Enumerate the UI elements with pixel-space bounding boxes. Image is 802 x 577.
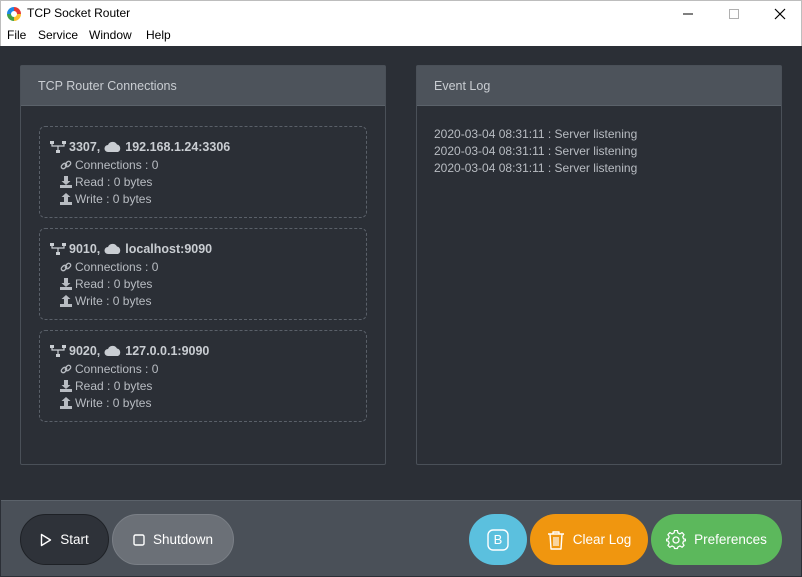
shutdown-label: Shutdown bbox=[152, 532, 214, 547]
shutdown-button[interactable]: Shutdown bbox=[112, 514, 234, 565]
title-bar: TCP Socket Router bbox=[0, 0, 802, 26]
link-icon bbox=[60, 364, 72, 374]
connections-count: Connections : 0 bbox=[75, 260, 159, 274]
start-button[interactable]: Start bbox=[20, 514, 109, 565]
maximize-icon bbox=[729, 9, 739, 19]
stop-icon bbox=[133, 533, 145, 546]
bootstrap-label: B bbox=[493, 532, 503, 547]
event-log-list[interactable]: 2020-03-04 08:31:11 : Server listening 2… bbox=[434, 126, 637, 177]
bootstrap-button[interactable]: B bbox=[469, 514, 527, 565]
download-icon bbox=[60, 380, 72, 392]
read-line: Read : 0 bytes bbox=[60, 175, 152, 189]
play-icon bbox=[41, 533, 52, 546]
upload-icon bbox=[60, 397, 72, 409]
write-bytes: Write : 0 bytes bbox=[75, 294, 152, 308]
read-line: Read : 0 bytes bbox=[60, 277, 152, 291]
minimize-button[interactable] bbox=[665, 1, 711, 27]
read-bytes: Read : 0 bytes bbox=[75, 175, 153, 189]
connections-count: Connections : 0 bbox=[75, 158, 159, 172]
write-line: Write : 0 bytes bbox=[60, 294, 151, 308]
main-content: TCP Router Connections 3307, 192.168.1.2… bbox=[1, 46, 801, 500]
connection-card[interactable]: 9020, 127.0.0.1:9090 Connections : 0 Rea… bbox=[39, 330, 367, 422]
menu-bar: File Service Window Help bbox=[0, 26, 802, 46]
link-icon bbox=[60, 160, 72, 170]
connections-line: Connections : 0 bbox=[60, 260, 158, 274]
target-host: localhost:9090 bbox=[125, 242, 213, 256]
menu-help[interactable]: Help bbox=[146, 28, 171, 42]
upload-icon bbox=[60, 295, 72, 307]
read-bytes: Read : 0 bytes bbox=[75, 379, 153, 393]
connections-count: Connections : 0 bbox=[75, 362, 159, 376]
menu-file[interactable]: File bbox=[7, 28, 26, 42]
close-button[interactable] bbox=[757, 1, 802, 27]
start-label: Start bbox=[60, 532, 89, 547]
sitemap-icon bbox=[50, 243, 66, 255]
log-entry: 2020-03-04 08:31:11 : Server listening bbox=[434, 127, 638, 141]
preferences-button[interactable]: Preferences bbox=[651, 514, 782, 565]
connection-card[interactable]: 9010, localhost:9090 Connections : 0 Rea… bbox=[39, 228, 367, 320]
download-icon bbox=[60, 176, 72, 188]
log-entry: 2020-03-04 08:31:11 : Server listening bbox=[434, 161, 638, 175]
write-line: Write : 0 bytes bbox=[60, 396, 151, 410]
event-log-header: Event Log bbox=[417, 66, 781, 106]
write-bytes: Write : 0 bytes bbox=[75, 192, 152, 206]
read-line: Read : 0 bytes bbox=[60, 379, 152, 393]
sitemap-icon bbox=[50, 345, 66, 357]
upload-icon bbox=[60, 193, 72, 205]
connections-panel-header: TCP Router Connections bbox=[21, 66, 385, 106]
clear-log-button[interactable]: Clear Log bbox=[530, 514, 648, 565]
write-line: Write : 0 bytes bbox=[60, 192, 151, 206]
app-logo-icon bbox=[7, 7, 21, 21]
trash-icon bbox=[547, 530, 564, 550]
link-icon bbox=[60, 262, 72, 272]
listen-port: 9010, bbox=[69, 242, 101, 256]
maximize-button[interactable] bbox=[711, 1, 757, 27]
connections-line: Connections : 0 bbox=[60, 158, 158, 172]
gear-icon bbox=[666, 529, 687, 549]
sitemap-icon bbox=[50, 141, 66, 153]
listen-port: 3307, bbox=[69, 140, 101, 154]
preferences-label: Preferences bbox=[694, 532, 767, 547]
log-entry: 2020-03-04 08:31:11 : Server listening bbox=[434, 144, 638, 158]
cloud-icon bbox=[104, 243, 121, 254]
connection-title: 9010, localhost:9090 bbox=[50, 242, 212, 256]
window-title: TCP Socket Router bbox=[27, 6, 131, 20]
connection-title: 3307, 192.168.1.24:3306 bbox=[50, 140, 230, 154]
target-host: 127.0.0.1:9090 bbox=[125, 344, 210, 358]
download-icon bbox=[60, 278, 72, 290]
read-bytes: Read : 0 bytes bbox=[75, 277, 153, 291]
close-icon bbox=[774, 8, 786, 20]
listen-port: 9020, bbox=[69, 344, 101, 358]
menu-service[interactable]: Service bbox=[38, 28, 78, 42]
connection-title: 9020, 127.0.0.1:9090 bbox=[50, 344, 209, 358]
event-log-panel: Event Log 2020-03-04 08:31:11 : Server l… bbox=[416, 65, 782, 465]
connections-line: Connections : 0 bbox=[60, 362, 158, 376]
cloud-icon bbox=[104, 345, 121, 356]
cloud-icon bbox=[104, 141, 121, 152]
menu-window[interactable]: Window bbox=[89, 28, 132, 42]
connection-card[interactable]: 3307, 192.168.1.24:3306 Connections : 0 … bbox=[39, 126, 367, 218]
clear-log-label: Clear Log bbox=[572, 532, 632, 547]
connections-panel: TCP Router Connections 3307, 192.168.1.2… bbox=[20, 65, 386, 465]
minimize-icon bbox=[683, 13, 693, 15]
target-host: 192.168.1.24:3306 bbox=[125, 140, 231, 154]
write-bytes: Write : 0 bytes bbox=[75, 396, 152, 410]
bottom-toolbar: Start Shutdown B Clear Log Preferences bbox=[1, 500, 801, 576]
